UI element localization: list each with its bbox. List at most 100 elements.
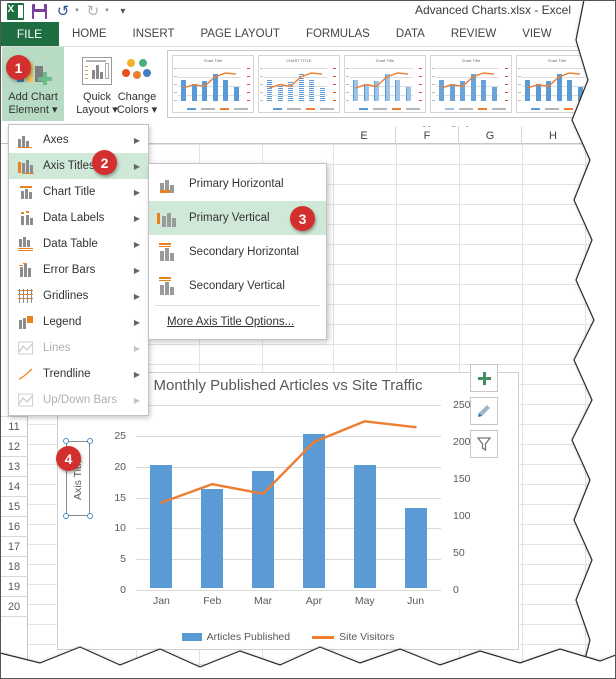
resize-handle-bl[interactable] <box>63 513 69 519</box>
chart-styles-gallery[interactable]: Chart Title CHART TITLE Chart Title Chart T… <box>167 50 608 118</box>
chart-style-thumbnail[interactable]: Chart Title <box>172 55 254 113</box>
chart-style-thumbnail[interactable]: CHART TITLE <box>258 55 340 113</box>
chart-bar[interactable] <box>252 470 275 588</box>
grid-column-line <box>522 144 523 679</box>
menu-item-label: Error Bars <box>43 264 96 276</box>
legend-label-articles: Articles Published <box>206 631 291 643</box>
row-header-13[interactable]: 13 <box>0 457 28 477</box>
menu-item-error-bars[interactable]: Error Bars ▶ <box>9 257 148 283</box>
menu-item-axes[interactable]: Axes ▶ <box>9 127 148 153</box>
ribbon-tab-bar: FILE HOME INSERT PAGE LAYOUT FORMULAS DATA RE… <box>0 22 616 46</box>
chart-bar[interactable] <box>150 464 173 588</box>
tab-formulas[interactable]: FORMULAS <box>293 22 383 46</box>
chart-filters-button[interactable] <box>470 430 498 458</box>
submenu-item-primary-horizontal[interactable]: Primary Horizontal <box>149 167 326 201</box>
secondary-y-axis-tick-label: 100 <box>453 510 471 522</box>
redo-icon[interactable]: ↻ <box>82 1 104 21</box>
row-header-18[interactable]: 18 <box>0 557 28 577</box>
error-bars-icon <box>18 263 34 277</box>
chart-bar[interactable] <box>201 489 224 588</box>
change-colors-button[interactable]: Change Colors ▾ <box>106 47 168 121</box>
excel-logo-icon <box>4 1 26 21</box>
menu-item-gridlines[interactable]: Gridlines ▶ <box>9 283 148 309</box>
row-header-14[interactable]: 14 <box>0 477 28 497</box>
menu-item-axis-titles[interactable]: Axis Titles ▶ <box>9 153 148 179</box>
menu-item-data-table[interactable]: Data Table ▶ <box>9 231 148 257</box>
row-header-20[interactable]: 20 <box>0 597 28 617</box>
thumbnail-legend <box>445 108 506 110</box>
menu-item-legend[interactable]: Legend ▶ <box>9 309 148 335</box>
legend-item-articles[interactable]: Articles Published <box>181 631 291 643</box>
menu-item-data-labels[interactable]: Data Labels ▶ <box>9 205 148 231</box>
row-header-17[interactable]: 17 <box>0 537 28 557</box>
row-header-16[interactable]: 16 <box>0 517 28 537</box>
resize-handle-tr[interactable] <box>87 438 93 444</box>
column-header-G[interactable]: G <box>459 127 522 144</box>
chart-style-thumbnail[interactable]: Chart Title <box>344 55 426 113</box>
data-labels-icon <box>18 211 34 225</box>
step-badge-4: 4 <box>56 446 81 471</box>
column-header-H[interactable]: H <box>522 127 585 144</box>
menu-item-label: Lines <box>43 342 71 354</box>
secondary-y-axis-tick-label: 0 <box>453 584 459 596</box>
tab-home[interactable]: HOME <box>59 22 120 46</box>
submenu-item-secondary-vertical[interactable]: Secondary Vertical <box>149 269 326 303</box>
chart-bar[interactable] <box>404 507 427 588</box>
step-badge-2: 2 <box>92 150 117 175</box>
submenu-arrow-icon: ▶ <box>133 239 140 249</box>
submenu-arrow-icon: ▶ <box>133 317 140 327</box>
chart-elements-button[interactable] <box>470 364 498 392</box>
undo-icon[interactable]: ↺ <box>52 1 74 21</box>
submenu-arrow-icon: ▶ <box>133 343 140 353</box>
chart-styles-button[interactable] <box>470 397 498 425</box>
menu-item-chart-title[interactable]: Chart Title ▶ <box>9 179 148 205</box>
tab-review[interactable]: REVIEW <box>438 22 509 46</box>
tab-view[interactable]: VIEW <box>509 22 564 46</box>
tab-file[interactable]: FILE <box>0 22 59 46</box>
submenu-item-label: Primary Horizontal <box>189 178 284 190</box>
undo-dropdown-icon[interactable]: ▼ <box>74 8 80 14</box>
column-header-F[interactable]: F <box>396 127 459 144</box>
save-icon[interactable] <box>28 1 50 21</box>
menu-item-label: Legend <box>43 316 82 328</box>
y-axis-tick-label: 10 <box>114 522 126 535</box>
row-header-12[interactable]: 12 <box>0 437 28 457</box>
redo-dropdown-icon[interactable]: ▼ <box>104 8 110 14</box>
chart-style-thumbnail[interactable]: Chart Title <box>430 55 512 113</box>
change-colors-group: Change Colors ▾ <box>106 47 168 123</box>
legend-item-visitors[interactable]: Site Visitors <box>312 631 394 643</box>
customize-qat-icon[interactable]: ▾ <box>112 1 134 21</box>
submenu-item-secondary-horizontal[interactable]: Secondary Horizontal <box>149 235 326 269</box>
chart-bar[interactable] <box>353 464 376 588</box>
thumbnail-title: Chart Title <box>547 59 567 63</box>
menu-item-trendline[interactable]: Trendline ▶ <box>9 361 148 387</box>
thumbnail-legend <box>187 108 248 110</box>
row-header-11[interactable]: 11 <box>0 417 28 437</box>
lines-icon <box>18 341 34 355</box>
menu-icon-wrap <box>15 337 37 359</box>
secondary-horizontal-icon <box>157 243 179 261</box>
tab-data[interactable]: DATA <box>383 22 438 46</box>
x-axis-tick-label: Apr <box>305 595 323 607</box>
legend-label-visitors: Site Visitors <box>339 631 395 643</box>
resize-handle-br[interactable] <box>87 513 93 519</box>
submenu-divider <box>155 305 320 306</box>
thumbnail-left-axis <box>346 68 350 101</box>
x-axis-tick-label: May <box>354 595 375 607</box>
thumbnail-title: CHART TITLE <box>286 59 312 63</box>
resize-handle-tl[interactable] <box>63 438 69 444</box>
thumbnail-title: Chart Title <box>203 59 223 63</box>
row-header-19[interactable]: 19 <box>0 577 28 597</box>
legend-swatch-bar <box>181 633 202 641</box>
tab-insert[interactable]: INSERT <box>120 22 188 46</box>
row-header-15[interactable]: 15 <box>0 497 28 517</box>
chart-legend: Articles Published Site Visitors <box>58 631 518 643</box>
menu-icon-wrap <box>15 259 37 281</box>
chart-style-thumbnail[interactable]: Chart Title <box>516 55 598 113</box>
more-axis-title-options-item[interactable]: More Axis Title Options... <box>149 308 326 336</box>
column-header-E[interactable]: E <box>333 127 396 144</box>
submenu-item-label: Secondary Horizontal <box>189 246 299 258</box>
change-colors-label-1: Change <box>117 91 157 103</box>
tab-page-layout[interactable]: PAGE LAYOUT <box>187 22 292 46</box>
chart-bar[interactable] <box>302 433 325 588</box>
